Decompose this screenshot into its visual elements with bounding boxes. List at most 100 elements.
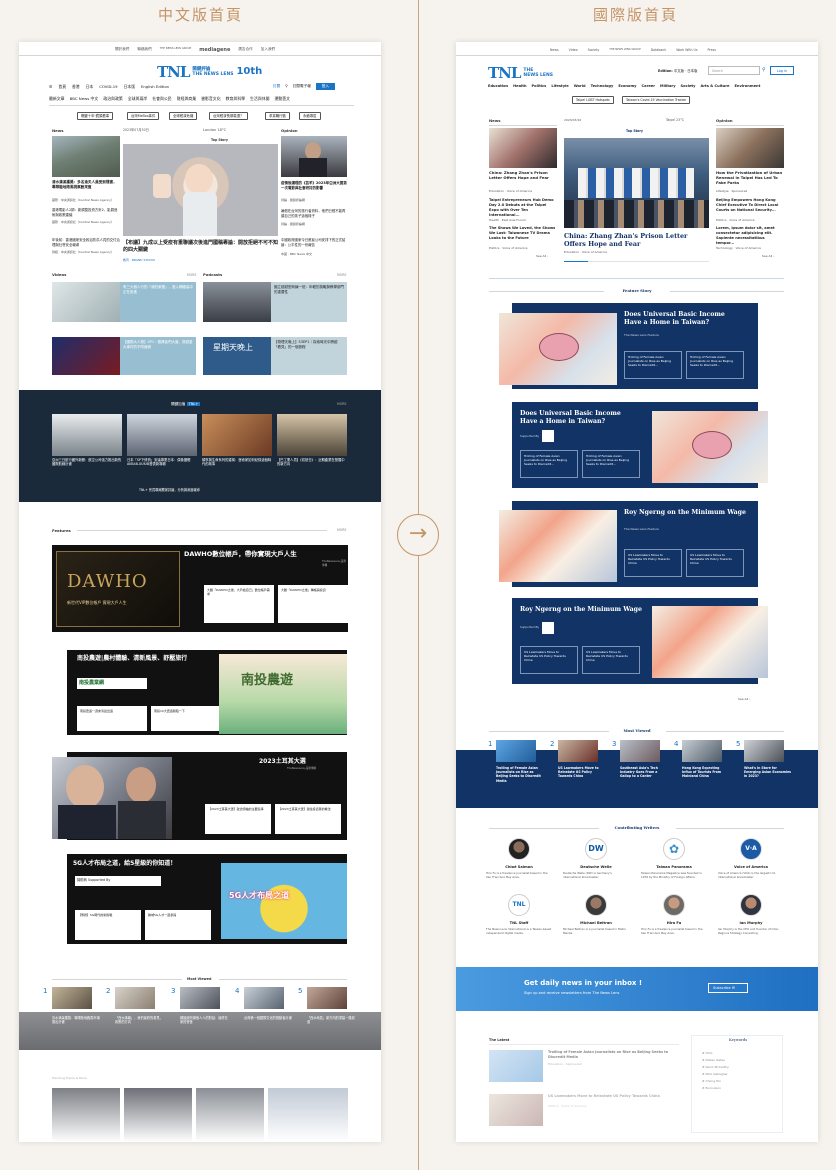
writer-name[interactable]: Michael Beltran [563, 921, 629, 926]
feature-sublink[interactable]: Trolling of Female Asian Journalists on … [686, 351, 744, 379]
feature-link[interactable]: 南投農遊一週末清晨出遊 [77, 706, 147, 731]
edition-item[interactable]: 香港 [72, 84, 80, 89]
trending-thumb[interactable] [196, 1088, 264, 1142]
nav-item[interactable]: Society [681, 84, 696, 89]
carousel-track[interactable] [564, 261, 709, 262]
writer-name[interactable]: Taiwan Panorama [641, 865, 707, 870]
mostviewed-headline[interactable]: Trolling of Female Asian Journalists on … [496, 766, 544, 783]
topstory-image[interactable] [564, 138, 709, 228]
writer-avatar[interactable]: ✿ [663, 838, 685, 860]
feature-link[interactable]: 【2023土耳其大選】政治領袖的主要競爭 [205, 804, 271, 834]
search-input[interactable]: Search [708, 66, 760, 75]
premium-footer[interactable]: TNL+ 會員專屬獨家評論，分析與深度報導 [139, 488, 200, 492]
topic-chip[interactable]: 求真職行動 [265, 112, 290, 120]
top-link[interactable]: 廣告合作 [238, 47, 252, 54]
writer-avatar[interactable] [585, 894, 607, 916]
latest-thumb[interactable] [489, 1050, 543, 1082]
opinion-headline[interactable]: 中國政府國家今日數據公司安排下的正式結論：公平性的一份報告 [281, 238, 347, 247]
topstory-headline[interactable]: China: Zhang Zhan's Prison Letter Offers… [564, 232, 709, 248]
top-link[interactable]: Video [569, 48, 578, 52]
podcast-thumb[interactable] [203, 282, 271, 322]
news-headline[interactable]: 年後前：香港國家安全政治防洪人員的交付治理與社會安全報導 [52, 238, 120, 247]
site-logo[interactable]: TNL THE NEWS LENS [488, 63, 553, 83]
trending-thumb[interactable] [124, 1088, 192, 1142]
keyword-item[interactable]: # Eurovision [702, 1085, 729, 1092]
top-link[interactable]: News [550, 48, 559, 52]
nav-item[interactable]: Health [513, 84, 526, 89]
mostviewed-headline[interactable]: 「西水溝報」，我們最終的看見，政策的方向 [115, 1016, 163, 1025]
premium-thumb[interactable] [202, 414, 272, 456]
news-headline[interactable]: China: Zhang Zhan's Prison Letter Offers… [489, 170, 557, 180]
see-all-link[interactable]: See All › [762, 254, 774, 258]
writer-name[interactable]: Chloé Salmon [486, 865, 552, 870]
writer-avatar[interactable]: V·A [740, 838, 762, 860]
mostviewed-thumb[interactable] [558, 740, 598, 762]
writer-avatar[interactable] [663, 894, 685, 916]
login-button[interactable]: Log in [770, 66, 794, 75]
keyword-item[interactable]: # Mick Gallagher [702, 1071, 729, 1078]
premium-thumb[interactable] [127, 414, 197, 456]
feature-sublink[interactable]: Trolling of Female Asian Journalists on … [624, 351, 682, 379]
writer-name[interactable]: Deutsche Welle [563, 865, 629, 870]
nav-item[interactable]: Lifestyle [551, 84, 568, 89]
login-button[interactable]: 登入 [315, 83, 335, 90]
mostviewed-headline[interactable]: What's in Store for Emerging Asian Econo… [744, 766, 792, 779]
nav-item[interactable]: 運動藝文 [275, 96, 291, 101]
nav-item[interactable]: World [574, 84, 586, 89]
opinion-headline[interactable]: 疫情後護理的《芸芊》2023年亞洲大賞第一次電影與社會研討的影響 [281, 181, 347, 190]
edition-switch[interactable]: Edition: 中文版 · 日本版 [658, 69, 697, 74]
topic-chip[interactable]: 台灣MeToo事件 [127, 112, 160, 120]
top-link[interactable]: Work With Us [676, 48, 697, 52]
nav-item[interactable]: 全球與兩岸 [128, 96, 147, 101]
mostviewed-thumb[interactable] [620, 740, 660, 762]
writer-name[interactable]: Voice of America [718, 865, 784, 870]
top-link[interactable]: Society [588, 48, 600, 52]
trending-thumb[interactable] [52, 1088, 120, 1142]
video-card[interactable]: 有三大個人行的「我的家團」，進入網絡高中正在前進 [120, 282, 196, 322]
feature-card[interactable]: DAWHO 新世代VIP數位帳戶 實現大戶人生 DAWHO數位帳戶，帶你實現大戶… [52, 545, 348, 632]
premium-thumb[interactable] [52, 414, 122, 456]
premium-thumb[interactable] [277, 414, 347, 456]
nav-item[interactable]: BBC News 中文 [70, 96, 99, 101]
opinion-headline[interactable]: Lorem, ipsum dolor sit, amet consectetur… [716, 226, 784, 245]
feature-link[interactable]: 【專題】5G時代的新挑戰 [75, 910, 141, 940]
mostviewed-headline[interactable]: 蘇福政府與他人人的對話：最終在家的聲音 [180, 1016, 228, 1025]
news-headline[interactable]: The Shows We Loved, the Shows We Lost: T… [489, 226, 557, 241]
writer-avatar[interactable] [508, 838, 530, 860]
feature-sublink[interactable]: US Lawmakers Move to Reinstate US Policy… [686, 549, 744, 577]
mostviewed-thumb[interactable] [744, 740, 784, 762]
newsletter-link[interactable]: 訂閱電子報 [293, 84, 311, 89]
edition-item[interactable]: English Edition [141, 84, 169, 89]
premium-headline[interactable]: 亞洲三日航行國外新聞：航空公司強力推出新的國際航線計畫 [52, 458, 122, 467]
mostviewed-thumb[interactable] [244, 987, 284, 1009]
feature-sublink[interactable]: US Lawmakers Move to Reinstate US Policy… [520, 646, 578, 674]
nav-item[interactable]: Technology [591, 84, 614, 89]
latest-headline[interactable]: US Lawmakers Move to Reinstate US Policy… [548, 1094, 678, 1099]
edition-item[interactable]: COVID-19 [99, 84, 117, 89]
keyword-item[interactable]: # Chong Ton [702, 1078, 729, 1085]
feature-sublink[interactable]: Trolling of Female Asian Journalists on … [520, 450, 578, 478]
see-all-link[interactable]: See All › [738, 697, 750, 701]
news-headline[interactable]: Taipei Entrepreneurs Hub Demo Day 2.0 De… [489, 198, 557, 217]
edition-item[interactable]: 首頁 [58, 84, 66, 89]
opinion-headline[interactable]: 暑假在台灣的旅行者資料，他們已經不能再讓自己的孩子這個樣子 [281, 209, 347, 218]
subscribe-button[interactable]: Subscribe ✉ [708, 983, 748, 993]
topstory-headline[interactable]: 【布議】九成以上受疫有重聯議次後進門國稿專論：開放拒絕不可不知的四大關鍵 [123, 240, 278, 253]
feature-sublink[interactable]: Trolling of Female Asian Journalists on … [582, 450, 640, 478]
topic-chip[interactable]: 全球經濟危機 [169, 112, 198, 120]
mostviewed-headline[interactable]: 清水溝溪獲獎：專隊陸地跑馬市場推出計畫 [52, 1016, 100, 1025]
site-logo[interactable]: TNL 關鍵評論 THE NEWS LENS 10th [157, 62, 262, 82]
nav-item[interactable]: 政治與政策 [103, 96, 122, 101]
keyword-item[interactable]: # Dalian Gates [702, 1057, 729, 1064]
features-more[interactable]: MORE [337, 528, 347, 532]
podcasts-more-link[interactable]: MORE [337, 273, 347, 277]
mostviewed-thumb[interactable] [180, 987, 220, 1009]
topic-chip[interactable]: 永續專區 [299, 112, 321, 120]
menu-icon[interactable]: ☰ [49, 84, 52, 89]
nav-item[interactable]: 最新文章 [49, 96, 65, 101]
writer-name[interactable]: Ian Murphy [718, 921, 784, 926]
opinion-image[interactable] [281, 136, 347, 177]
mostviewed-thumb[interactable] [496, 740, 536, 762]
mostviewed-thumb[interactable] [115, 987, 155, 1009]
keyword-item[interactable]: # Kevin McCarthy [702, 1064, 729, 1071]
